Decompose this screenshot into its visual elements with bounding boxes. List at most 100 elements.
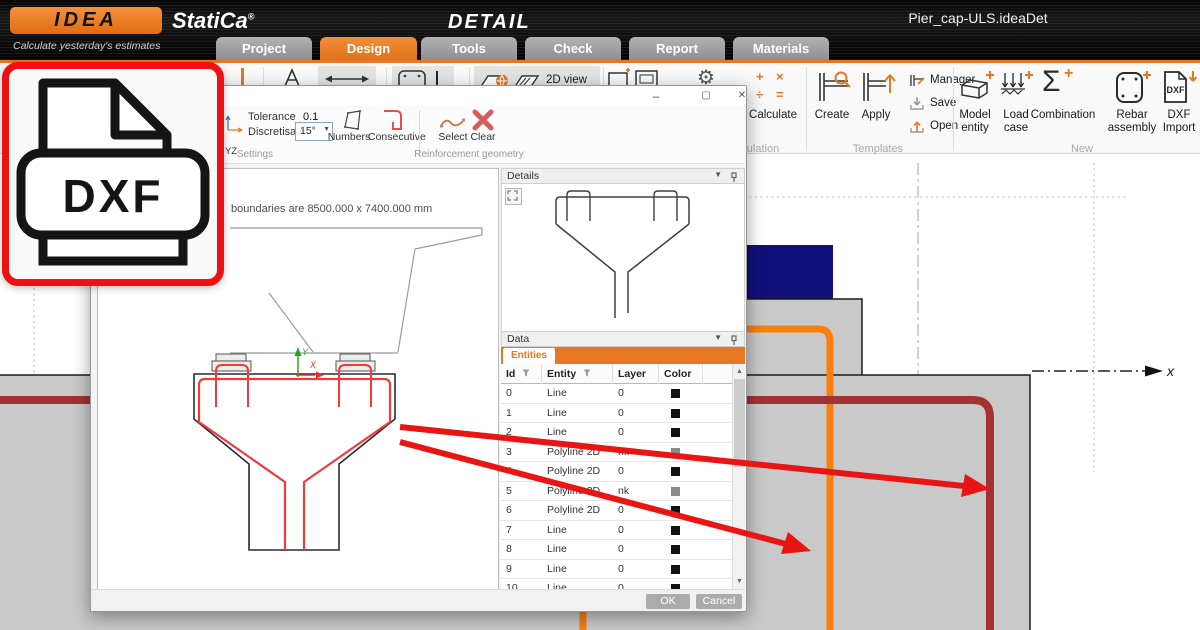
chevron-down-icon[interactable]: ▼	[714, 170, 722, 179]
pin-icon[interactable]	[730, 172, 738, 183]
clear-icon[interactable]	[471, 109, 495, 131]
table-row[interactable]: 4Polyline 2D0	[501, 462, 732, 482]
tab-project[interactable]: Project	[216, 37, 312, 60]
tab-check[interactable]: Check	[525, 37, 621, 60]
cell-layer: 0	[613, 404, 659, 423]
color-swatch	[671, 409, 680, 418]
template-open-icon[interactable]	[908, 119, 926, 134]
cell-id: 5	[501, 482, 542, 501]
calc-plus-glyph: +	[756, 69, 764, 84]
combination-sigma-icon[interactable]: Σ	[1042, 65, 1061, 99]
data-panel-header[interactable]: Data ▼	[501, 331, 745, 347]
new-group-label: New	[1052, 143, 1112, 155]
table-row[interactable]: 3Polyline 2Dnk	[501, 443, 732, 463]
cell-id: 9	[501, 560, 542, 579]
model-entity-icon[interactable]	[956, 69, 996, 105]
color-swatch	[671, 506, 680, 515]
table-row[interactable]: 9Line0	[501, 560, 732, 580]
details-panel-body	[501, 184, 745, 331]
tab-entities[interactable]: Entities	[503, 348, 555, 364]
cell-layer: 0	[613, 560, 659, 579]
scroll-down-icon[interactable]: ▼	[734, 575, 745, 588]
table-row[interactable]: 8Line0	[501, 540, 732, 560]
table-row[interactable]: 7Line0	[501, 521, 732, 541]
chevron-down-icon[interactable]: ▼	[714, 333, 722, 342]
cell-entity: Line	[542, 384, 613, 403]
data-panel-title: Data	[507, 333, 529, 345]
bearing-pads	[212, 354, 375, 371]
cell-entity: Line	[542, 423, 613, 442]
pier-cap-outline	[194, 374, 395, 550]
table-row[interactable]: 5Polyline 2Dnk	[501, 482, 732, 502]
cell-id: 7	[501, 521, 542, 540]
rebar-assembly-icon[interactable]	[1112, 69, 1152, 105]
table-row[interactable]: 6Polyline 2D0	[501, 501, 732, 521]
calculate-button[interactable]: + × ÷ =	[752, 69, 792, 105]
table-row[interactable]: 10Line0	[501, 579, 732, 589]
title-bar: IDEA StatiCa® DETAIL Calculate yesterday…	[0, 0, 1200, 60]
calc-times-glyph: ×	[776, 69, 784, 84]
template-create-icon[interactable]	[812, 69, 852, 105]
numbers-icon[interactable]	[339, 109, 365, 131]
app-name: DETAIL	[448, 11, 531, 34]
column-label: Color	[664, 368, 691, 380]
filter-funnel-icon[interactable]	[583, 369, 591, 377]
table-scrollbar[interactable]: ▲ ▼	[732, 364, 745, 589]
boundaries-note: boundaries are 8500.000 x 7400.000 mm	[231, 203, 432, 215]
tab-materials[interactable]: Materials	[733, 37, 829, 60]
column-header-color[interactable]: Color	[659, 364, 703, 384]
fit-view-button[interactable]	[505, 188, 522, 205]
minimize-button[interactable]: –	[643, 89, 669, 104]
filter-funnel-icon[interactable]	[522, 369, 530, 377]
column-header-layer[interactable]: Layer	[613, 364, 659, 384]
cell-color	[659, 482, 703, 501]
x-axis-label-dialog: X	[309, 360, 317, 370]
clear-label: Clear	[463, 131, 503, 143]
consecutive-icon[interactable]	[381, 109, 407, 131]
column-header-id[interactable]: Id	[501, 364, 542, 384]
table-row[interactable]: 0Line0	[501, 384, 732, 404]
load-case-icon[interactable]	[998, 69, 1034, 105]
close-button[interactable]: ✕	[729, 89, 755, 104]
dxf-import-icon[interactable]: DXF	[1158, 69, 1200, 105]
cell-layer: 0	[613, 462, 659, 481]
cell-layer: 0	[613, 384, 659, 403]
cell-id: 10	[501, 579, 542, 589]
scrollbar-thumb[interactable]	[734, 379, 745, 467]
calculate-label: Calculate	[740, 109, 806, 121]
dxf-import-label-1: DXF	[1154, 109, 1200, 121]
bearing-plate-navy[interactable]	[740, 245, 833, 299]
entities-table-body: 0Line01Line02Line03Polyline 2Dnk4Polylin…	[501, 384, 732, 589]
template-apply-icon[interactable]	[856, 69, 896, 105]
table-row[interactable]: 2Line0	[501, 423, 732, 443]
tab-design[interactable]: Design	[320, 37, 417, 60]
color-swatch	[671, 389, 680, 398]
tab-tools[interactable]: Tools	[421, 37, 517, 60]
template-manager-icon[interactable]	[908, 73, 926, 88]
cell-color	[659, 579, 703, 589]
select-icon[interactable]	[439, 114, 467, 130]
reinforcement-group-label: Reinforcement geometry	[394, 149, 544, 160]
column-header-entity[interactable]: Entity	[542, 364, 613, 384]
tab-report[interactable]: Report	[629, 37, 725, 60]
pin-icon[interactable]	[730, 335, 738, 346]
dxf-file-badge: DXF	[2, 62, 224, 286]
dialog-footer: OK Cancel	[91, 589, 744, 611]
scroll-up-icon[interactable]: ▲	[734, 365, 745, 378]
maximize-button[interactable]: ▢	[693, 89, 719, 104]
cell-color	[659, 462, 703, 481]
template-save-icon[interactable]	[908, 96, 926, 111]
cell-entity: Line	[542, 521, 613, 540]
color-swatch	[671, 545, 680, 554]
template-apply-label: Apply	[848, 109, 904, 121]
ok-button[interactable]: OK	[646, 594, 690, 609]
brand-name: StatiCa®	[172, 8, 254, 34]
cell-layer: 0	[613, 501, 659, 520]
cancel-button[interactable]: Cancel	[696, 594, 742, 609]
cell-entity: Polyline 2D	[542, 443, 613, 462]
details-panel-header[interactable]: Details ▼	[501, 168, 745, 184]
discretisation-value: 15°	[300, 125, 316, 137]
dxf-import-icon-text: DXF	[1167, 85, 1186, 95]
column-header-blank	[703, 364, 732, 384]
table-row[interactable]: 1Line0	[501, 404, 732, 424]
